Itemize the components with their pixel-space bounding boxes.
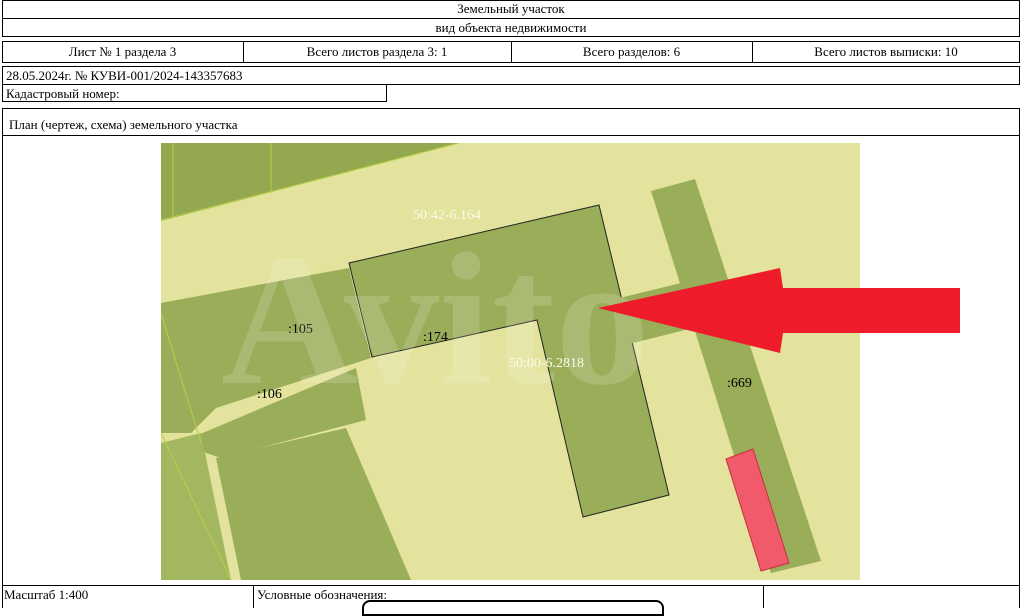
total-sheets-extract: Всего листов выписки: 10 xyxy=(814,44,958,59)
footer-sep-1 xyxy=(253,585,254,608)
label-669: :669 xyxy=(727,376,752,391)
avito-watermark: Avito xyxy=(221,215,650,425)
extract-date-number: 28.05.2024г. № КУВИ-001/2024-143357683 xyxy=(6,68,243,83)
object-type: вид объекта недвижимости xyxy=(435,20,587,35)
header-divider xyxy=(2,18,1020,19)
scale-label: Масштаб 1:400 xyxy=(4,587,89,602)
total-sections: Всего разделов: 6 xyxy=(582,44,681,59)
footer-sep-2 xyxy=(763,585,764,608)
object-title: Земельный участок xyxy=(457,1,565,16)
plan-heading-divider xyxy=(2,135,1020,136)
plan-heading: План (чертеж, схема) земельного участка xyxy=(9,117,238,132)
red-arrow-shape xyxy=(598,268,960,353)
cadastral-plan-map: 50:42-6.164 50:00-6.2818 :105 :106 :174 … xyxy=(161,143,860,580)
red-arrow xyxy=(598,268,960,353)
total-sheets-section: Всего листов раздела 3: 1 xyxy=(306,44,448,59)
legend-box xyxy=(362,600,664,616)
cadastral-label: Кадастровый номер: xyxy=(6,86,120,101)
sheet-number: Лист № 1 раздела 3 xyxy=(68,44,177,59)
